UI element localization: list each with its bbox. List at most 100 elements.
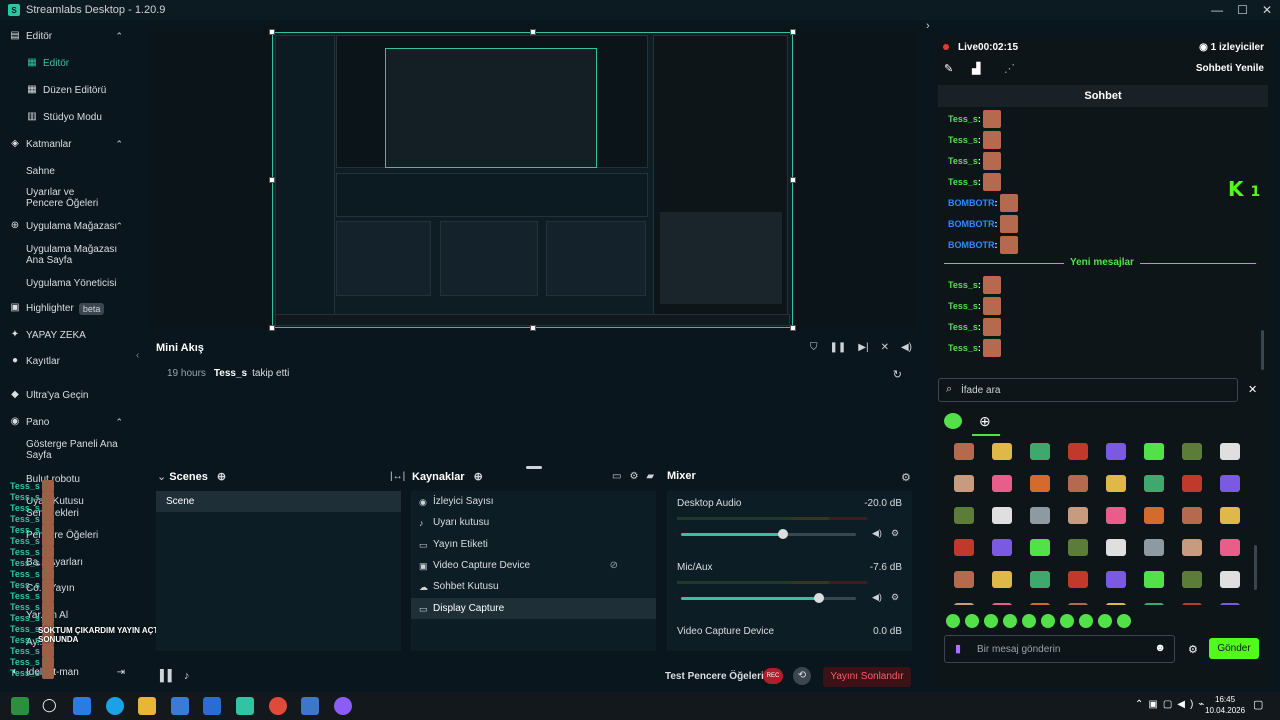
chat-username[interactable]: Tess_s bbox=[948, 343, 978, 353]
emote-option[interactable] bbox=[1106, 475, 1126, 492]
emote-option[interactable] bbox=[992, 603, 1012, 605]
emote-option[interactable] bbox=[1068, 603, 1088, 605]
emote-option[interactable] bbox=[1144, 475, 1164, 492]
taskbar-streamlabs-icon[interactable] bbox=[236, 697, 254, 715]
emote-option[interactable] bbox=[954, 539, 974, 556]
volume-icon[interactable]: ◀) bbox=[901, 342, 912, 353]
emote-option[interactable] bbox=[1106, 603, 1126, 605]
emote-option[interactable] bbox=[1220, 475, 1240, 492]
source-item[interactable]: ♪ Uyarı kutusu bbox=[411, 512, 656, 533]
taskbar-chrome-icon[interactable] bbox=[269, 697, 287, 715]
system-tray[interactable]: ⌃▣▢◀)⌁ bbox=[1135, 699, 1209, 710]
share-icon[interactable]: ⋰ bbox=[1004, 62, 1015, 75]
taskbar-edge-icon[interactable] bbox=[106, 697, 124, 715]
source-item[interactable]: ▭ Yayın Etiketi bbox=[411, 534, 656, 555]
mute-alerts-icon[interactable]: ✕ bbox=[881, 342, 889, 353]
end-stream-button[interactable]: Yayını Sonlandır bbox=[823, 667, 911, 687]
emote-scrollbar[interactable] bbox=[1254, 545, 1257, 590]
source-item[interactable]: ☁ Sohbet Kutusu bbox=[411, 576, 656, 597]
taskbar-store-icon[interactable] bbox=[171, 697, 189, 715]
emote-option[interactable] bbox=[1106, 507, 1126, 524]
volume-slider[interactable] bbox=[681, 593, 856, 603]
speaker-icon[interactable]: ◀) bbox=[872, 592, 882, 603]
emote-tab-kick-icon[interactable] bbox=[944, 413, 962, 429]
emote-option[interactable] bbox=[1030, 571, 1050, 588]
resize-handle[interactable] bbox=[269, 177, 275, 183]
emote-option[interactable] bbox=[1182, 571, 1202, 588]
speaker-icon[interactable]: ◀) bbox=[872, 528, 882, 539]
taskbar-mail-icon[interactable] bbox=[203, 697, 221, 715]
emote-option[interactable] bbox=[954, 443, 974, 460]
recent-emote[interactable] bbox=[1041, 614, 1055, 628]
emoji-icon[interactable]: ☻ bbox=[1154, 642, 1166, 654]
close-picker-icon[interactable]: ✕ bbox=[1248, 383, 1257, 396]
emote-option[interactable] bbox=[1220, 539, 1240, 556]
volume-knob[interactable] bbox=[814, 593, 825, 603]
send-button[interactable]: Gönder bbox=[1209, 638, 1259, 659]
emote-option[interactable] bbox=[1030, 603, 1050, 605]
taskbar-discord-icon[interactable] bbox=[334, 697, 352, 715]
hidden-eye-icon[interactable]: ⊘ bbox=[610, 560, 618, 571]
maximize-icon[interactable]: ☐ bbox=[1237, 3, 1248, 17]
chat-username[interactable]: Tess_s bbox=[948, 301, 978, 311]
expand-chat-icon[interactable]: › bbox=[926, 20, 930, 32]
sidebar-item-editor[interactable]: ▦ Editör bbox=[0, 58, 135, 70]
recent-emote[interactable] bbox=[1117, 614, 1131, 628]
folder-icon[interactable]: ▰ bbox=[646, 471, 654, 482]
add-source-icon[interactable]: ⊕ bbox=[474, 471, 483, 483]
chat-username[interactable]: Tess_s bbox=[948, 322, 978, 332]
chat-settings-icon[interactable]: ⚙ bbox=[1188, 643, 1198, 656]
taskbar-app-icon[interactable] bbox=[301, 697, 319, 715]
sidebar-item-dashboard-home[interactable]: Gösterge Paneli Ana Sayfa bbox=[0, 439, 120, 461]
display-capture-canvas[interactable] bbox=[269, 29, 796, 331]
emote-option[interactable] bbox=[1182, 507, 1202, 524]
emote-option[interactable] bbox=[954, 571, 974, 588]
skip-icon[interactable]: ▶| bbox=[858, 342, 868, 353]
chat-username[interactable]: BOMBOTR bbox=[948, 240, 995, 250]
sidebar-item-studio-mode[interactable]: ▥ Stüdyo Modu bbox=[0, 112, 135, 124]
emote-option[interactable] bbox=[992, 539, 1012, 556]
recent-emote[interactable] bbox=[1060, 614, 1074, 628]
emote-option[interactable] bbox=[1068, 443, 1088, 460]
sidebar-section-layers[interactable]: ◈ Katmanlar ⌃ bbox=[0, 139, 135, 151]
sidebar-section-panel[interactable]: ◉ Pano ⌃ bbox=[0, 417, 135, 429]
chat-username[interactable]: Tess_s bbox=[948, 114, 978, 124]
emote-option[interactable] bbox=[954, 475, 974, 492]
sidebar-item-recordings[interactable]: ● Kayıtlar bbox=[0, 356, 135, 368]
recent-emote[interactable] bbox=[1079, 614, 1093, 628]
emote-option[interactable] bbox=[954, 507, 974, 524]
emote-option[interactable] bbox=[1220, 603, 1240, 605]
source-properties-icon[interactable]: ⚙ bbox=[629, 471, 638, 482]
refresh-chat-button[interactable]: Sohbeti Yenile bbox=[1196, 63, 1264, 74]
emote-option[interactable] bbox=[1106, 443, 1126, 460]
resize-handle[interactable] bbox=[790, 177, 796, 183]
resize-handle[interactable] bbox=[790, 325, 796, 331]
chat-message-input[interactable]: ▮ Bir mesaj gönderin ☻ bbox=[944, 635, 1175, 663]
chat-username[interactable]: BOMBOTR bbox=[948, 219, 995, 229]
taskbar-start-icon[interactable] bbox=[11, 697, 29, 715]
emote-option[interactable] bbox=[992, 443, 1012, 460]
chat-scrollbar[interactable] bbox=[1261, 330, 1264, 370]
add-scene-icon[interactable]: ⊕ bbox=[217, 471, 226, 483]
resize-handle[interactable] bbox=[530, 29, 536, 35]
emote-option[interactable] bbox=[992, 475, 1012, 492]
source-group-icon[interactable]: ▭ bbox=[612, 471, 621, 482]
emote-option[interactable] bbox=[1068, 507, 1088, 524]
taskbar-explorer-icon[interactable] bbox=[138, 697, 156, 715]
chat-username[interactable]: BOMBOTR bbox=[948, 198, 995, 208]
sidebar-item-app-store-home[interactable]: Uygulama Mağazası Ana Sayfa bbox=[0, 244, 120, 266]
taskbar-search-icon[interactable]: ◯ bbox=[42, 697, 57, 713]
channel-settings-icon[interactable]: ⚙ bbox=[891, 528, 899, 539]
sidebar-item-alerts-widgets[interactable]: Uyarılar ve Pencere Öğeleri bbox=[0, 187, 110, 209]
close-icon[interactable]: ✕ bbox=[1262, 3, 1272, 17]
volume-slider[interactable] bbox=[681, 529, 856, 539]
sidebar-section-app-store[interactable]: ⊕ Uygulama Mağazası ⌃ bbox=[0, 221, 135, 233]
emote-option[interactable] bbox=[1068, 475, 1088, 492]
sidebar-section-editor[interactable]: ▤ Editör ⌃ bbox=[0, 31, 135, 43]
pause-icon[interactable]: ❚❚ bbox=[830, 342, 847, 353]
system-clock[interactable]: 16:45 10.04.2026 bbox=[1205, 694, 1245, 716]
resize-handle[interactable] bbox=[530, 325, 536, 331]
scene-item[interactable]: Scene bbox=[156, 491, 401, 512]
recent-emote[interactable] bbox=[946, 614, 960, 628]
chat-username[interactable]: Tess_s bbox=[948, 156, 978, 166]
